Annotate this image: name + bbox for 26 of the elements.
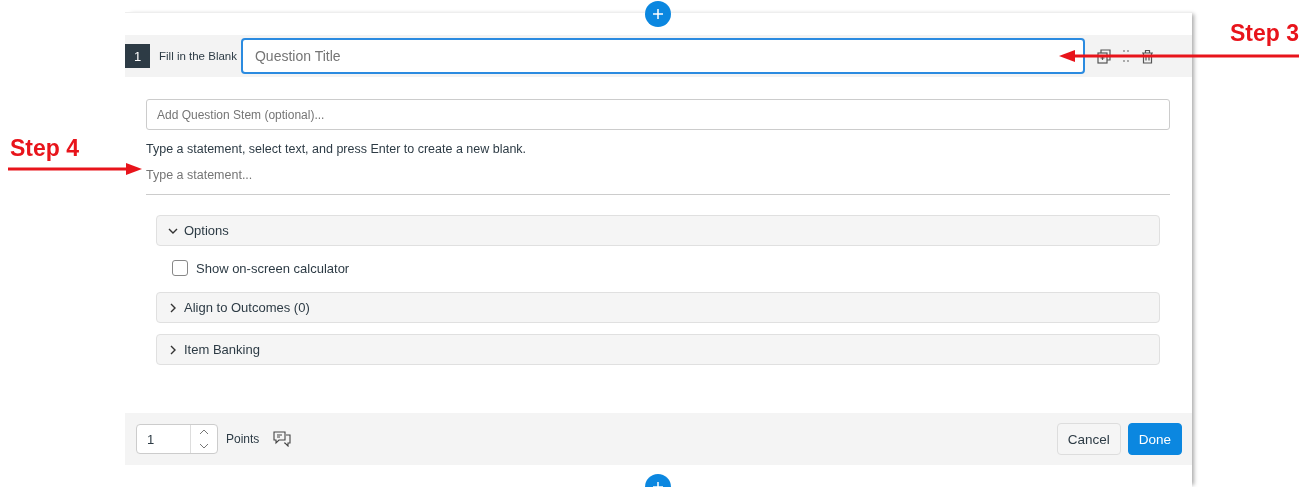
collapsible-panel[interactable]: Item Banking [156, 334, 1160, 365]
trash-icon[interactable] [1141, 48, 1154, 64]
step-label: Step 4 [10, 135, 80, 162]
chevron-down-icon[interactable] [199, 443, 209, 449]
checkbox[interactable] [172, 260, 188, 276]
footer-button[interactable]: Done [1127, 423, 1182, 455]
copy-icon[interactable] [1097, 48, 1111, 64]
collapsible-panel[interactable]: Align to Outcomes (0) [156, 292, 1160, 323]
checkbox-label: Show on-screen calculator [196, 260, 350, 276]
chevron-right-icon [168, 302, 178, 313]
add-question-icon[interactable] [645, 1, 671, 27]
points-label: Points [226, 432, 260, 446]
statement-field[interactable]: Type a statement... [146, 164, 1170, 195]
question-type-label: Fill in the Blank [159, 50, 237, 62]
drag-handle-icon[interactable] [1123, 49, 1129, 63]
footer-button[interactable]: Cancel [1056, 423, 1121, 455]
instructions-text: Type a statement, select text, and press Enter to create a new blank. [146, 142, 528, 156]
collapsible-panel[interactable]: Options [156, 215, 1160, 246]
step-label: Step 3 [1229, 20, 1299, 47]
points-field[interactable]: 1 [136, 424, 218, 454]
chevron-up-icon[interactable] [199, 429, 209, 435]
question-title-field[interactable]: Question Title [241, 38, 1085, 74]
question-stem-field[interactable]: Add Question Stem (optional)... [146, 99, 1170, 130]
feedback-icon[interactable] [273, 431, 292, 447]
chevron-right-icon [168, 344, 178, 355]
question-number: 1 [125, 44, 150, 68]
